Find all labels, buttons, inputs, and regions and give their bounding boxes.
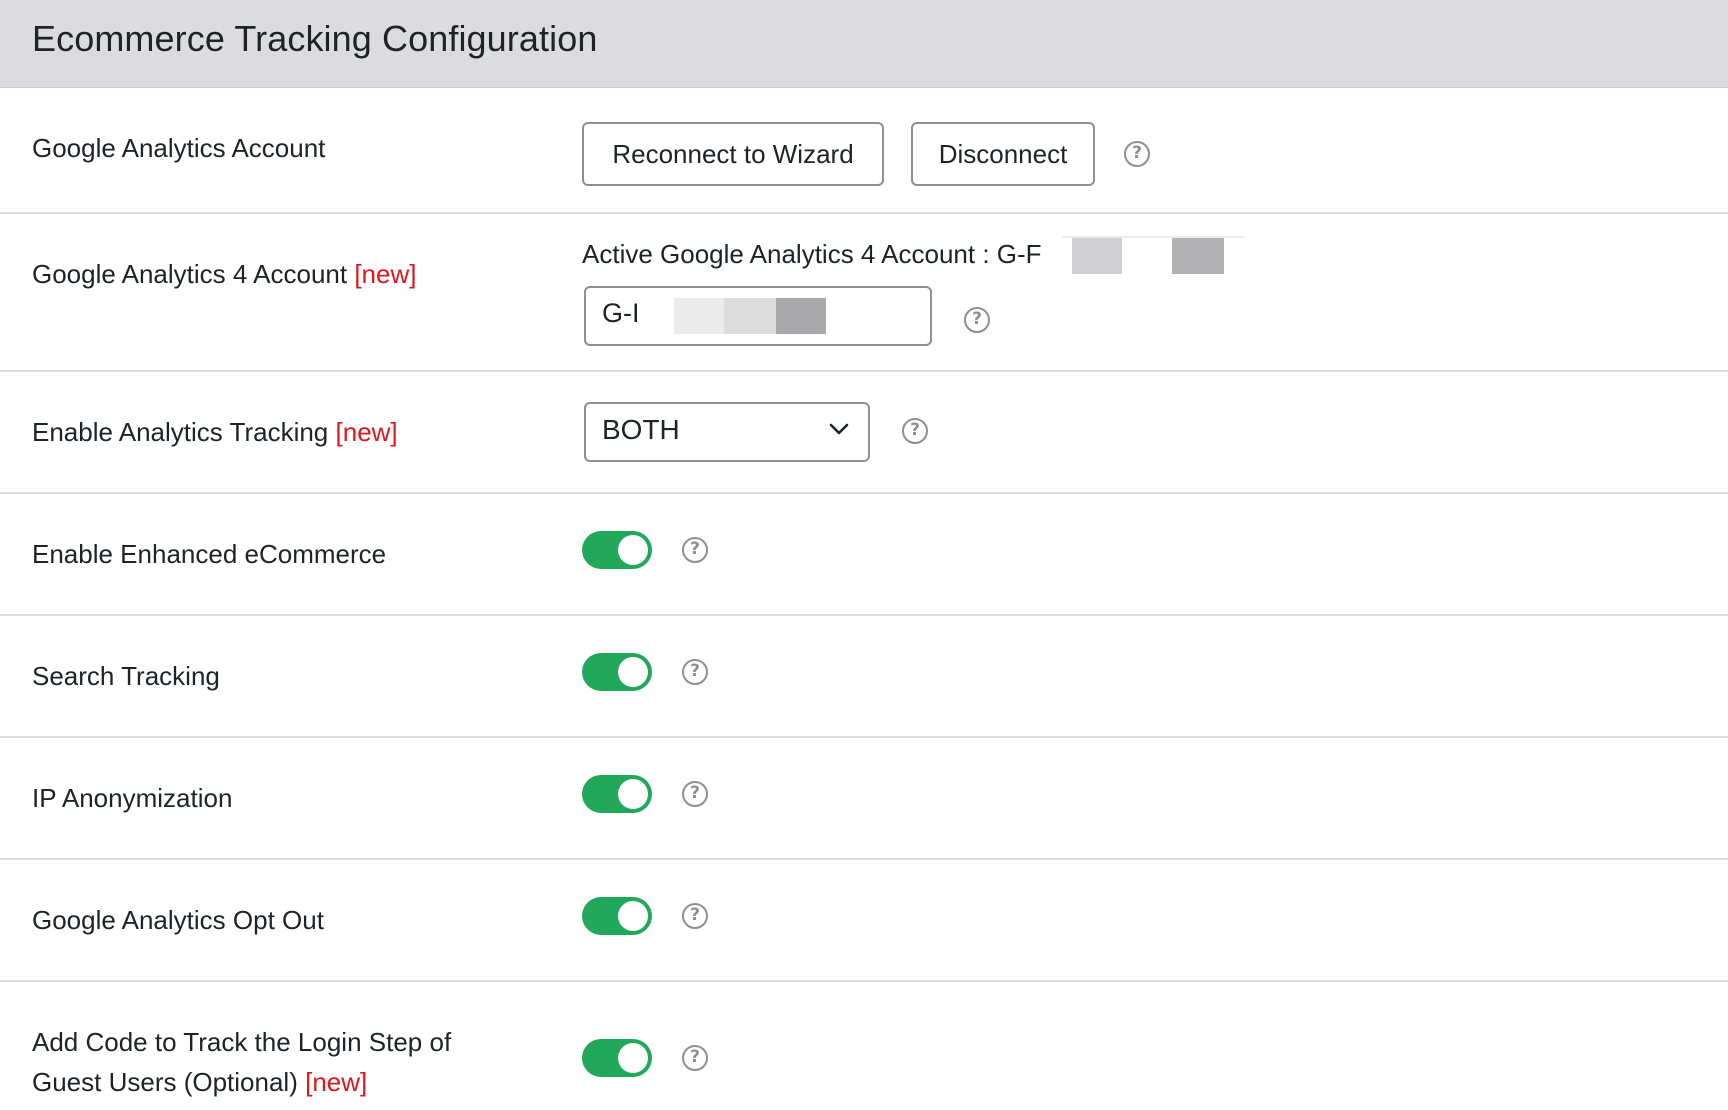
select-value: BOTH bbox=[602, 414, 680, 445]
row-enhanced-ecommerce: Enable Enhanced eCommerce ? bbox=[0, 494, 1728, 616]
login-step-toggle[interactable] bbox=[582, 1039, 652, 1077]
login-step-label-line1: Add Code to Track the Login Step of bbox=[32, 1027, 452, 1057]
login-step-label: Add Code to Track the Login Step of Gues… bbox=[32, 1022, 451, 1102]
search-tracking-toggle[interactable] bbox=[582, 653, 652, 691]
opt-out-toggle[interactable] bbox=[582, 897, 652, 935]
ga4-account-label-text: Google Analytics 4 Account bbox=[32, 259, 348, 289]
help-circle-icon[interactable]: ? bbox=[682, 1045, 708, 1071]
analytics-tracking-label: Enable Analytics Tracking [new] bbox=[32, 412, 398, 452]
toggle-knob bbox=[618, 657, 648, 687]
ga4-input-value: G-I bbox=[602, 298, 640, 328]
ga4-account-label: Google Analytics 4 Account [new] bbox=[32, 254, 416, 294]
disconnect-button[interactable]: Disconnect bbox=[911, 122, 1095, 186]
ga-account-label: Google Analytics Account bbox=[32, 133, 326, 163]
help-circle-icon[interactable]: ? bbox=[1124, 141, 1150, 167]
row-opt-out: Google Analytics Opt Out ? bbox=[0, 860, 1728, 982]
enhanced-ecommerce-toggle[interactable] bbox=[582, 531, 652, 569]
row-ga-account: Google Analytics Account Reconnect to Wi… bbox=[0, 88, 1728, 214]
new-badge: [new] bbox=[335, 417, 398, 447]
help-circle-icon[interactable]: ? bbox=[682, 537, 708, 563]
ip-anonymization-label: IP Anonymization bbox=[32, 783, 233, 813]
redaction-block bbox=[1172, 238, 1224, 274]
help-circle-icon[interactable]: ? bbox=[682, 781, 708, 807]
row-ga4-account: Google Analytics 4 Account [new] Active … bbox=[0, 214, 1728, 372]
redaction-block bbox=[724, 298, 776, 334]
chevron-down-icon bbox=[829, 423, 849, 435]
opt-out-label: Google Analytics Opt Out bbox=[32, 905, 324, 935]
help-circle-icon[interactable]: ? bbox=[682, 903, 708, 929]
section-header: Ecommerce Tracking Configuration bbox=[0, 0, 1728, 88]
redaction-block bbox=[776, 298, 826, 334]
settings-page: Ecommerce Tracking Configuration Google … bbox=[0, 0, 1728, 1110]
help-circle-icon[interactable]: ? bbox=[902, 418, 928, 444]
toggle-knob bbox=[618, 535, 648, 565]
toggle-knob bbox=[618, 901, 648, 931]
new-badge: [new] bbox=[305, 1067, 368, 1097]
page-title: Ecommerce Tracking Configuration bbox=[32, 18, 598, 59]
row-login-step: Add Code to Track the Login Step of Gues… bbox=[0, 982, 1728, 1110]
redaction-block bbox=[674, 298, 724, 334]
row-search-tracking: Search Tracking ? bbox=[0, 616, 1728, 738]
new-badge: [new] bbox=[354, 259, 417, 289]
search-tracking-label: Search Tracking bbox=[32, 661, 220, 691]
analytics-tracking-label-text: Enable Analytics Tracking bbox=[32, 417, 329, 447]
ga4-measurement-id-input[interactable]: G-I bbox=[584, 286, 932, 346]
reconnect-wizard-button[interactable]: Reconnect to Wizard bbox=[582, 122, 884, 186]
row-ip-anonymization: IP Anonymization ? bbox=[0, 738, 1728, 860]
login-step-label-line2: Guest Users (Optional) [new] bbox=[32, 1062, 451, 1102]
ip-anonymization-toggle[interactable] bbox=[582, 775, 652, 813]
active-ga4-account-text: Active Google Analytics 4 Account : G-F bbox=[582, 239, 1042, 269]
enhanced-ecommerce-label: Enable Enhanced eCommerce bbox=[32, 539, 387, 569]
row-analytics-tracking: Enable Analytics Tracking [new] BOTH ? bbox=[0, 372, 1728, 494]
redaction-block bbox=[1072, 238, 1122, 274]
toggle-knob bbox=[618, 1043, 648, 1073]
help-circle-icon[interactable]: ? bbox=[964, 307, 990, 333]
toggle-knob bbox=[618, 779, 648, 809]
login-step-label-line2-text: Guest Users (Optional) bbox=[32, 1067, 298, 1097]
redaction-block bbox=[1122, 238, 1172, 274]
help-circle-icon[interactable]: ? bbox=[682, 659, 708, 685]
analytics-tracking-select[interactable]: BOTH bbox=[584, 402, 870, 462]
